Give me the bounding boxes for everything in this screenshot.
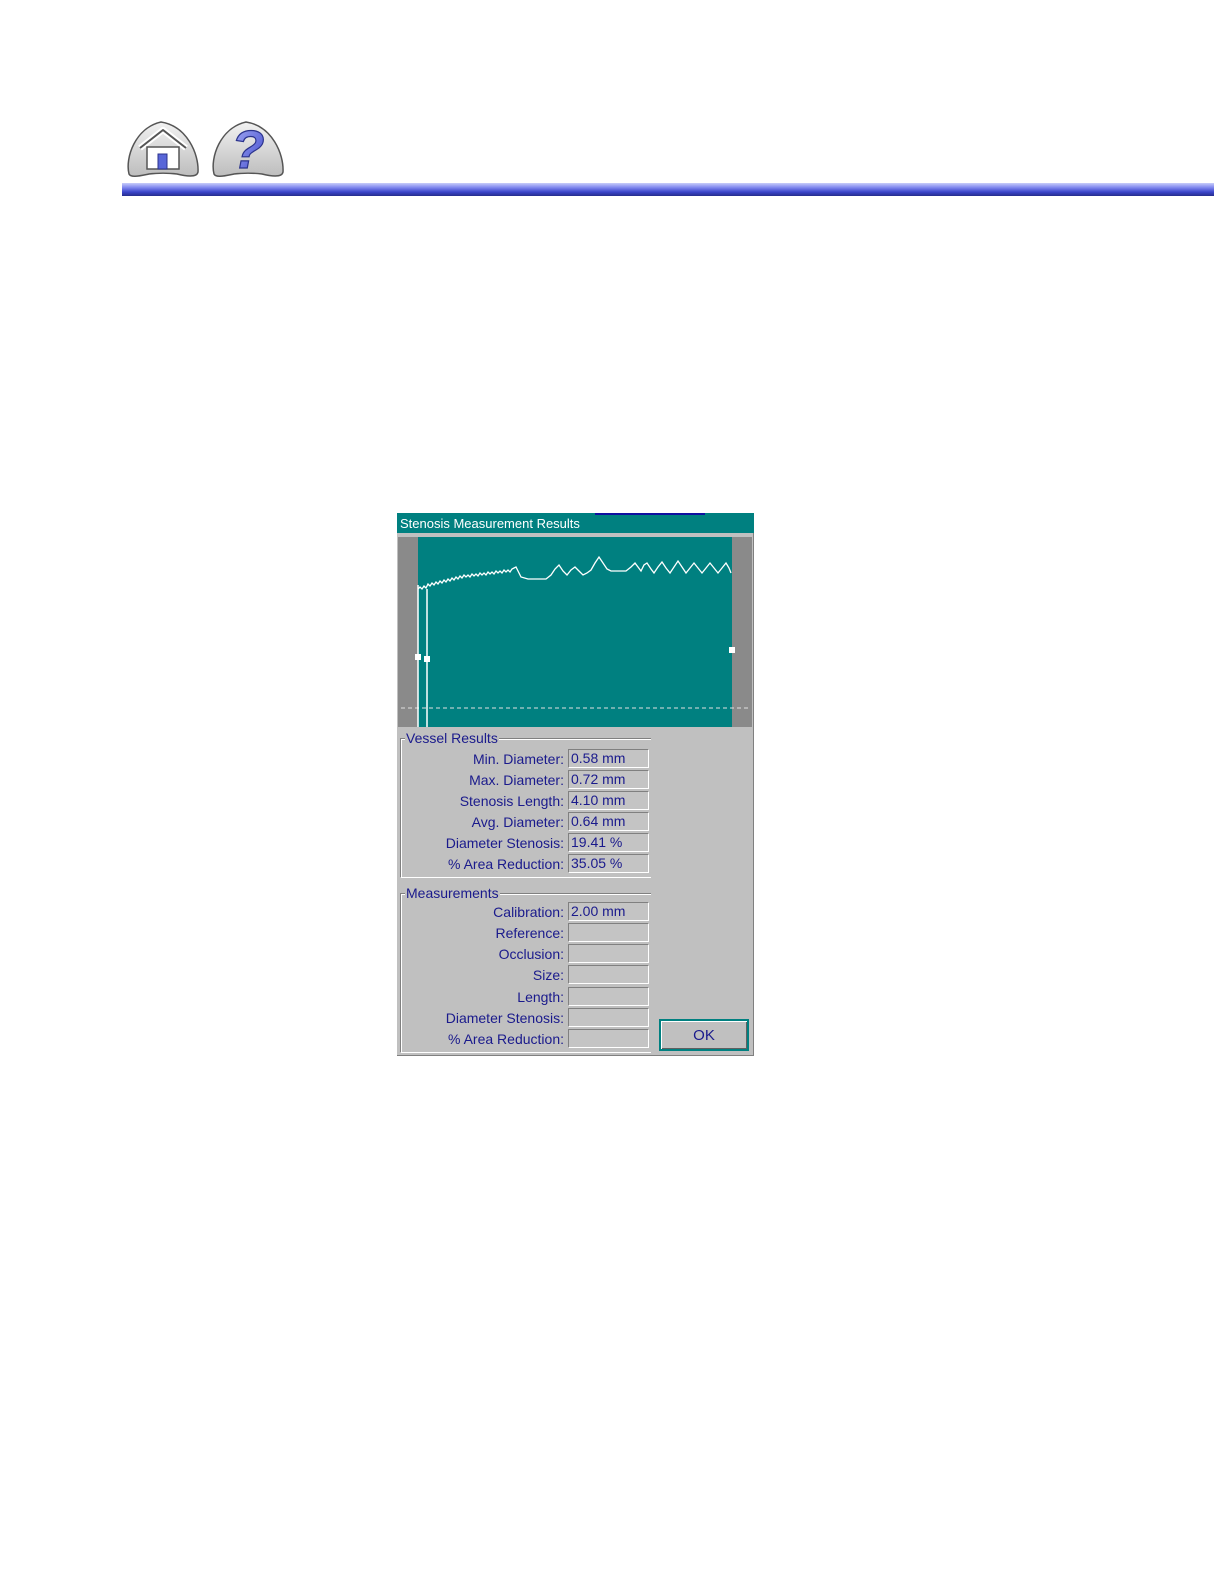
stenosis-length-label: Stenosis Length:	[459, 793, 564, 809]
meas-diameter-stenosis-field	[568, 1008, 649, 1027]
reference-row: Reference:	[401, 923, 652, 943]
occlusion-label: Occlusion:	[498, 946, 564, 962]
home-icon	[127, 121, 199, 178]
diameter-stenosis-label: Diameter Stenosis:	[445, 835, 564, 851]
meas-diameter-stenosis-row: Diameter Stenosis:	[401, 1008, 652, 1028]
vessel-results-group: Vessel Results Min. Diameter: 0.58 mm Ma…	[400, 730, 652, 878]
diameter-stenosis-field: 19.41 %	[568, 833, 649, 852]
meas-diameter-stenosis-label: Diameter Stenosis:	[445, 1010, 564, 1026]
avg-diameter-row: Avg. Diameter: 0.64 mm	[401, 812, 652, 832]
occlusion-row: Occlusion:	[401, 944, 652, 964]
measurements-legend: Measurements	[405, 885, 500, 901]
calibration-row: Calibration: 2.00 mm	[401, 902, 652, 922]
stenosis-length-field: 4.10 mm	[568, 791, 649, 810]
dialog-title: Stenosis Measurement Results	[397, 513, 754, 533]
max-diameter-row: Max. Diameter: 0.72 mm	[401, 770, 652, 790]
vessel-diameter-graph	[398, 537, 752, 727]
meas-area-reduction-row: % Area Reduction:	[401, 1029, 652, 1049]
help-glyph: ?	[232, 120, 265, 180]
max-diameter-field: 0.72 mm	[568, 770, 649, 789]
calibration-field: 2.00 mm	[568, 902, 649, 921]
length-field	[568, 987, 649, 1006]
avg-diameter-label: Avg. Diameter:	[471, 814, 564, 830]
max-diameter-label: Max. Diameter:	[469, 772, 564, 788]
area-reduction-label: % Area Reduction:	[448, 856, 564, 872]
min-diameter-field: 0.58 mm	[568, 749, 649, 768]
plot-area	[418, 537, 732, 727]
min-diameter-label: Min. Diameter:	[472, 751, 564, 767]
length-label: Length:	[517, 989, 564, 1005]
area-reduction-field: 35.05 %	[568, 854, 649, 873]
header-rule	[122, 183, 1214, 196]
reference-field	[568, 923, 649, 942]
diameter-profile-plot	[401, 537, 749, 727]
stenosis-length-row: Stenosis Length: 4.10 mm	[401, 791, 652, 811]
ok-button[interactable]: OK	[659, 1019, 749, 1051]
meas-area-reduction-field	[568, 1029, 649, 1048]
calibration-label: Calibration:	[493, 904, 564, 920]
right-handle[interactable]	[729, 647, 735, 653]
size-row: Size:	[401, 965, 652, 985]
help-button[interactable]: ?	[210, 118, 286, 180]
vessel-results-legend: Vessel Results	[405, 730, 499, 746]
left-handle[interactable]	[415, 654, 421, 660]
diameter-stenosis-row: Diameter Stenosis: 19.41 %	[401, 833, 652, 853]
stenosis-handle[interactable]	[424, 656, 430, 662]
reference-label: Reference:	[495, 925, 564, 941]
meas-area-reduction-label: % Area Reduction:	[448, 1031, 564, 1047]
size-label: Size:	[532, 967, 564, 983]
measurements-group: Measurements Calibration: 2.00 mm Refere…	[400, 885, 652, 1053]
title-accent	[595, 513, 705, 515]
home-button[interactable]	[125, 118, 201, 180]
stenosis-results-dialog: Stenosis Measurement Results Vessel Resu…	[397, 513, 754, 1056]
avg-diameter-field: 0.64 mm	[568, 812, 649, 831]
occlusion-field	[568, 944, 649, 963]
size-field	[568, 965, 649, 984]
help-icon: ?	[212, 119, 284, 180]
length-row: Length:	[401, 987, 652, 1007]
min-diameter-row: Min. Diameter: 0.58 mm	[401, 749, 652, 769]
area-reduction-row: % Area Reduction: 35.05 %	[401, 854, 652, 874]
